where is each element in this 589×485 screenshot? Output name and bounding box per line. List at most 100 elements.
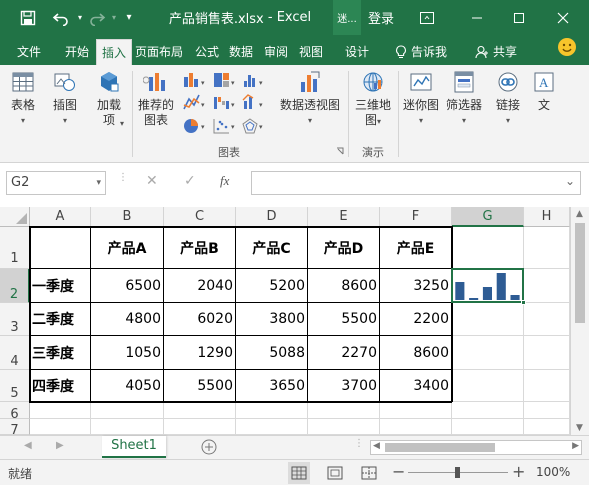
column-header-c[interactable]: C xyxy=(164,207,236,227)
tab-data[interactable]: 数据 xyxy=(224,39,258,65)
zoom-slider-thumb[interactable] xyxy=(455,467,460,478)
zoom-out-button[interactable]: − xyxy=(392,462,405,481)
text-button[interactable]: A 文 xyxy=(534,69,554,113)
table-row-label[interactable]: 一季度 xyxy=(30,269,90,302)
table-cell[interactable]: 2270 xyxy=(308,336,379,369)
row-header-7[interactable]: 7 xyxy=(0,419,30,438)
table-header-cell[interactable]: 产品A xyxy=(91,227,163,268)
table-row-label[interactable]: 二季度 xyxy=(30,303,90,335)
fill-handle[interactable] xyxy=(521,300,526,305)
worksheet-grid[interactable]: A B C D E F G H 1 2 3 4 5 6 7 产品A 产品B 产品C 产品D 产品E 一季度 6500 204… xyxy=(0,207,589,438)
table-cell[interactable]: 2200 xyxy=(380,303,451,335)
row-header-5[interactable]: 5 xyxy=(0,370,30,402)
scatter-chart-icon[interactable]: ▾ xyxy=(213,119,235,134)
zoom-level[interactable]: 100% xyxy=(536,465,570,479)
row-header-4[interactable]: 4 xyxy=(0,336,30,370)
column-header-g[interactable]: G xyxy=(452,207,524,227)
undo-dropdown-icon[interactable]: ▾ xyxy=(74,0,86,35)
table-cell[interactable]: 4050 xyxy=(91,370,163,401)
selected-cell-g2[interactable] xyxy=(451,268,524,303)
table-cell[interactable]: 2040 xyxy=(164,269,235,302)
table-cell[interactable]: 8600 xyxy=(380,336,451,369)
zoom-in-button[interactable]: + xyxy=(512,462,525,481)
table-row-label[interactable]: 三季度 xyxy=(30,336,90,369)
combo-chart-icon[interactable]: ▾ xyxy=(242,94,263,109)
scroll-down-icon[interactable]: ▼ xyxy=(576,423,583,433)
pie-chart-icon[interactable]: ▾ xyxy=(184,119,205,133)
redo-dropdown-icon[interactable]: ▾ xyxy=(108,0,120,35)
horizontal-scroll-thumb[interactable] xyxy=(385,443,495,452)
formula-input[interactable]: ⌄ xyxy=(251,171,581,195)
undo-icon[interactable] xyxy=(48,0,74,35)
column-header-e[interactable]: E xyxy=(308,207,380,227)
row-header-3[interactable]: 3 xyxy=(0,303,30,336)
sparklines-button[interactable]: 迷你图 ▾ xyxy=(402,69,440,128)
radar-chart-icon[interactable]: ▾ xyxy=(242,118,263,134)
new-sheet-icon[interactable] xyxy=(200,438,220,456)
column-chart-icon[interactable]: ▾ xyxy=(184,73,205,87)
table-cell[interactable]: 5088 xyxy=(236,336,307,369)
table-cell[interactable]: 6020 xyxy=(164,303,235,335)
table-cell[interactable]: 5500 xyxy=(164,370,235,401)
line-chart-icon[interactable]: ▾ xyxy=(183,94,205,110)
tab-design[interactable]: 设计 xyxy=(340,39,374,65)
save-icon[interactable] xyxy=(14,0,42,35)
table-cell[interactable]: 1050 xyxy=(91,336,163,369)
maximize-icon[interactable] xyxy=(504,0,534,35)
table-header-cell[interactable]: 产品E xyxy=(380,227,451,268)
close-icon[interactable] xyxy=(548,0,578,35)
illustrations-button[interactable]: 插图 ▾ xyxy=(48,69,82,128)
3d-map-button[interactable]: 三维地 图▾ xyxy=(352,69,394,129)
tab-home[interactable]: 开始 xyxy=(60,39,94,65)
table-header-cell[interactable]: 产品D xyxy=(308,227,379,268)
tab-review[interactable]: 审阅 xyxy=(259,39,293,65)
table-cell[interactable]: 6500 xyxy=(91,269,163,302)
tab-file[interactable]: 文件 xyxy=(12,39,46,65)
table-cell[interactable]: 3700 xyxy=(308,370,379,401)
table-row-label[interactable]: 四季度 xyxy=(30,370,90,401)
select-all-corner[interactable] xyxy=(0,207,30,227)
row-header-1[interactable]: 1 xyxy=(0,227,30,269)
customize-qat-icon[interactable]: ▾ xyxy=(122,0,136,35)
table-cell[interactable]: 3800 xyxy=(236,303,307,335)
sheet-tab-sheet1[interactable]: Sheet1 xyxy=(102,436,166,458)
login-button[interactable]: 登录 xyxy=(362,0,400,35)
expand-formula-bar-icon[interactable]: ⌄ xyxy=(565,174,575,188)
table-cell[interactable]: 3250 xyxy=(380,269,451,302)
table-cell[interactable]: 5500 xyxy=(308,303,379,335)
ribbon-display-options-icon[interactable] xyxy=(414,0,440,35)
insert-function-icon[interactable]: fx xyxy=(220,173,244,189)
column-header-b[interactable]: B xyxy=(91,207,164,227)
dialog-launcher-icon[interactable] xyxy=(336,147,344,155)
table-cell[interactable]: 4800 xyxy=(91,303,163,335)
filters-button[interactable]: 筛选器 ▾ xyxy=(444,69,484,128)
waterfall-chart-icon[interactable]: ▾ xyxy=(214,97,235,109)
table-header-cell[interactable]: 产品C xyxy=(236,227,307,268)
vertical-scroll-thumb[interactable] xyxy=(575,223,585,323)
statistic-chart-icon[interactable]: ▾ xyxy=(244,75,263,87)
tab-insert[interactable]: 插入 xyxy=(96,39,133,65)
column-header-f[interactable]: F xyxy=(380,207,452,227)
tell-me-search[interactable]: 告诉我 xyxy=(390,39,452,65)
tab-split-handle[interactable]: ⋮ xyxy=(354,439,364,449)
page-break-view-icon[interactable] xyxy=(358,462,380,484)
normal-view-icon[interactable] xyxy=(288,462,310,484)
scroll-left-icon[interactable]: ◀ xyxy=(373,441,380,451)
addins-button[interactable]: 加载项 ▾ xyxy=(92,69,126,128)
links-button[interactable]: 链接 ▾ xyxy=(490,69,526,128)
horizontal-scrollbar[interactable]: ◀ ▶ xyxy=(370,440,582,455)
page-layout-view-icon[interactable] xyxy=(324,462,346,484)
table-cell[interactable]: 3650 xyxy=(236,370,307,401)
scroll-right-icon[interactable]: ▶ xyxy=(572,441,579,451)
recommended-charts-button[interactable]: 推荐的 图表 xyxy=(136,69,176,128)
table-cell[interactable]: 1290 xyxy=(164,336,235,369)
row-header-2[interactable]: 2 xyxy=(0,269,30,303)
table-header-cell[interactable]: 产品B xyxy=(164,227,235,268)
redo-icon[interactable] xyxy=(86,0,108,35)
tab-view[interactable]: 视图 xyxy=(294,39,328,65)
tab-formulas[interactable]: 公式 xyxy=(190,39,224,65)
scroll-up-icon[interactable]: ▲ xyxy=(576,209,583,219)
hierarchy-chart-icon[interactable]: ▾ xyxy=(214,73,235,87)
enter-icon[interactable]: ✓ xyxy=(184,173,204,189)
formula-bar-grip[interactable]: ⋮ xyxy=(118,173,128,191)
